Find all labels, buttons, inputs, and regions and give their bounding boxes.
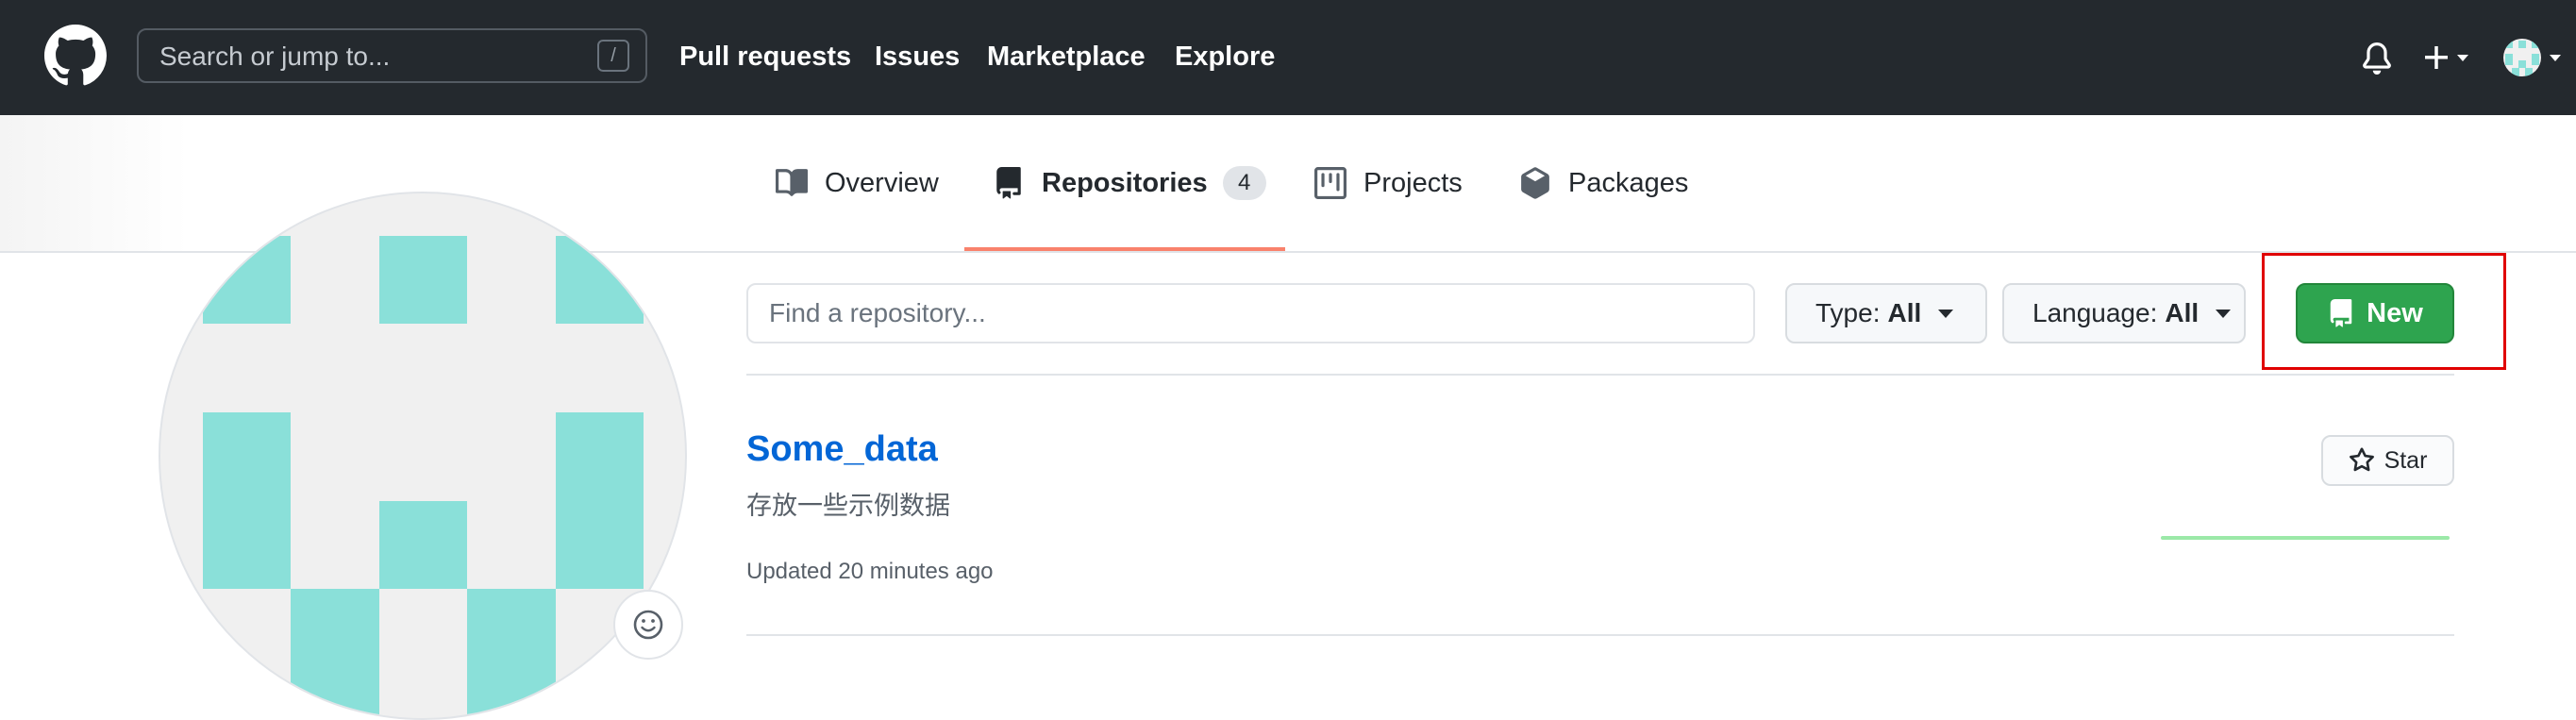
new-repository-label: New [2367, 297, 2423, 328]
tab-projects-label: Projects [1363, 167, 1463, 198]
project-icon [1314, 167, 1347, 199]
tab-packages-label: Packages [1568, 167, 1689, 198]
user-avatar-menu-icon[interactable] [2502, 38, 2565, 77]
repo-icon [2330, 299, 2352, 327]
filter-divider [746, 374, 2454, 376]
repo-icon [996, 167, 1021, 199]
type-filter-value: All [1887, 298, 1922, 327]
smiley-icon [633, 610, 663, 640]
create-new-plus-icon[interactable] [2423, 40, 2476, 75]
language-filter-value: All [2165, 298, 2200, 327]
nav-issues[interactable]: Issues [875, 40, 960, 74]
nav-explore[interactable]: Explore [1175, 40, 1275, 74]
selected-tab-indicator [964, 247, 1285, 251]
tab-overview-label: Overview [825, 167, 939, 198]
nav-pull-requests[interactable]: Pull requests [679, 40, 851, 74]
repository-name-link[interactable]: Some_data [746, 427, 938, 471]
tab-projects[interactable]: Projects [1314, 115, 1463, 251]
star-button-label: Star [2384, 446, 2428, 474]
tab-repositories-label: Repositories [1042, 167, 1208, 198]
repository-description: 存放一些示例数据 [746, 492, 950, 520]
chevron-down-icon [2216, 309, 2232, 318]
activity-sparkline [2161, 536, 2450, 540]
language-filter-dropdown[interactable]: Language: All [2002, 283, 2246, 343]
profile-avatar[interactable] [159, 192, 687, 720]
repositories-count-badge: 4 [1222, 166, 1266, 200]
repository-updated-time: Updated 20 minutes ago [746, 559, 994, 584]
search-shortcut-key: / [597, 40, 629, 72]
github-logo-icon[interactable] [44, 25, 107, 87]
chevron-down-icon [1938, 309, 1954, 318]
package-icon [1521, 167, 1549, 199]
find-repository-input[interactable] [746, 283, 1755, 343]
nav-marketplace[interactable]: Marketplace [987, 40, 1146, 74]
tab-overview[interactable]: Overview [776, 115, 939, 251]
type-filter-label: Type: [1815, 298, 1881, 327]
notification-bell-icon[interactable] [2361, 42, 2393, 75]
tab-repositories[interactable]: Repositories 4 [993, 115, 1266, 251]
language-filter-label: Language: [2032, 298, 2158, 327]
new-repository-button[interactable]: New [2296, 283, 2454, 343]
repo-list-divider [746, 634, 2454, 636]
identicon-image [203, 236, 644, 718]
star-button[interactable]: Star [2321, 435, 2454, 486]
tab-packages[interactable]: Packages [1519, 115, 1688, 251]
type-filter-dropdown[interactable]: Type: All [1785, 283, 1987, 343]
header-search[interactable]: / [137, 28, 647, 83]
top-header: / Pull requests Issues Marketplace Explo… [0, 0, 2576, 115]
star-icon [2349, 447, 2374, 472]
book-icon [776, 169, 808, 196]
set-status-button[interactable] [613, 590, 683, 660]
header-search-input[interactable] [158, 30, 586, 83]
